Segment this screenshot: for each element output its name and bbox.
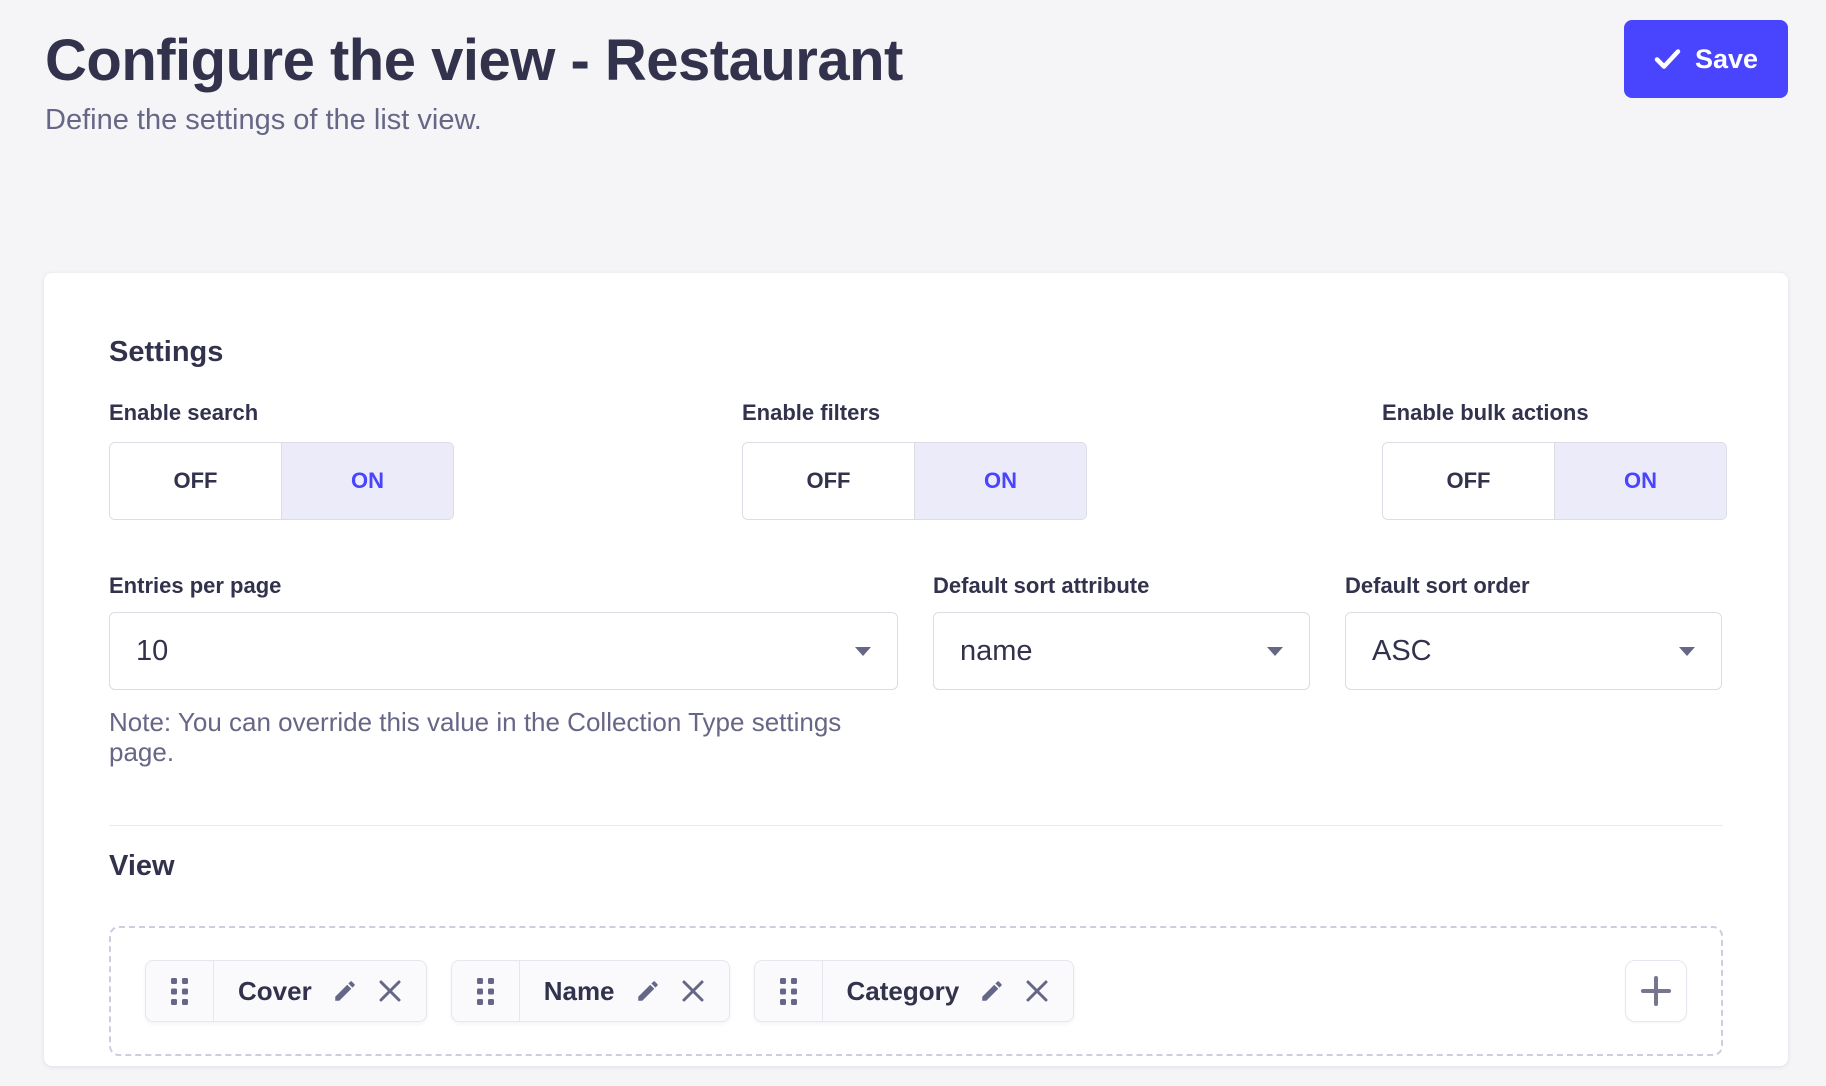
page-header: Configure the view - Restaurant Define t… [0, 0, 1826, 137]
entries-per-page-note: Note: You can override this value in the… [109, 707, 898, 767]
enable-bulk-actions-off-button[interactable]: OFF [1383, 443, 1554, 519]
caret-down-icon [1267, 647, 1283, 656]
enable-bulk-actions-field: Enable bulk actions OFF ON [1382, 400, 1727, 520]
settings-heading: Settings [109, 335, 1723, 369]
chip-body: Cover [214, 961, 426, 1021]
default-sort-order-select[interactable]: ASC [1345, 612, 1722, 690]
default-sort-attribute-value: name [960, 635, 1033, 668]
remove-field-button[interactable] [378, 979, 402, 1003]
entries-per-page-label: Entries per page [109, 573, 898, 599]
close-icon [378, 979, 402, 1003]
pencil-icon [979, 978, 1005, 1004]
save-button-label: Save [1695, 44, 1758, 75]
drag-handle[interactable] [452, 961, 520, 1021]
chip-label: Cover [238, 976, 312, 1007]
field-chip-name[interactable]: Name [451, 960, 730, 1022]
edit-field-button[interactable] [979, 978, 1005, 1004]
entries-per-page-field: Entries per page 10 Note: You can overri… [109, 573, 898, 767]
entries-per-page-value: 10 [136, 635, 168, 668]
default-sort-attribute-label: Default sort attribute [933, 573, 1310, 599]
enable-bulk-actions-toggle: OFF ON [1382, 442, 1727, 520]
default-sort-attribute-select[interactable]: name [933, 612, 1310, 690]
save-button[interactable]: Save [1624, 20, 1788, 98]
caret-down-icon [855, 647, 871, 656]
page-subtitle: Define the settings of the list view. [45, 104, 1788, 137]
section-divider [109, 825, 1723, 826]
drag-dots-icon [780, 978, 797, 1005]
edit-field-button[interactable] [635, 978, 661, 1004]
enable-filters-off-button[interactable]: OFF [743, 443, 914, 519]
enable-filters-toggle: OFF ON [742, 442, 1087, 520]
enable-search-label: Enable search [109, 400, 742, 426]
settings-card: Settings Enable search OFF ON Enable fil… [44, 273, 1788, 1066]
enable-filters-on-button[interactable]: ON [914, 443, 1086, 519]
enable-search-off-button[interactable]: OFF [110, 443, 281, 519]
enable-bulk-actions-on-button[interactable]: ON [1554, 443, 1726, 519]
default-sort-order-field: Default sort order ASC [1345, 573, 1722, 767]
close-icon [1025, 979, 1049, 1003]
field-chip-category[interactable]: Category [754, 960, 1075, 1022]
caret-down-icon [1679, 647, 1695, 656]
toggles-row: Enable search OFF ON Enable filters OFF … [109, 400, 1723, 520]
drag-handle[interactable] [146, 961, 214, 1021]
drag-dots-icon [477, 978, 494, 1005]
plus-icon [1639, 974, 1673, 1008]
drag-dots-icon [171, 978, 188, 1005]
add-field-button[interactable] [1625, 960, 1687, 1022]
chip-label: Name [544, 976, 615, 1007]
check-icon [1654, 48, 1681, 70]
enable-search-toggle: OFF ON [109, 442, 454, 520]
entries-per-page-select[interactable]: 10 [109, 612, 898, 690]
enable-filters-label: Enable filters [742, 400, 1382, 426]
chip-label: Category [847, 976, 960, 1007]
remove-field-button[interactable] [681, 979, 705, 1003]
selects-row: Entries per page 10 Note: You can overri… [109, 573, 1723, 767]
enable-search-on-button[interactable]: ON [281, 443, 453, 519]
default-sort-attribute-field: Default sort attribute name [933, 573, 1310, 767]
field-dropzone: Cover Name [109, 926, 1723, 1056]
field-chip-cover[interactable]: Cover [145, 960, 427, 1022]
close-icon [681, 979, 705, 1003]
pencil-icon [332, 978, 358, 1004]
chip-body: Category [823, 961, 1074, 1021]
view-heading: View [109, 849, 1723, 883]
remove-field-button[interactable] [1025, 979, 1049, 1003]
enable-bulk-actions-label: Enable bulk actions [1382, 400, 1727, 426]
chip-body: Name [520, 961, 729, 1021]
page-title: Configure the view - Restaurant [45, 27, 1788, 94]
edit-field-button[interactable] [332, 978, 358, 1004]
pencil-icon [635, 978, 661, 1004]
enable-search-field: Enable search OFF ON [109, 400, 742, 520]
default-sort-order-label: Default sort order [1345, 573, 1722, 599]
enable-filters-field: Enable filters OFF ON [742, 400, 1382, 520]
drag-handle[interactable] [755, 961, 823, 1021]
default-sort-order-value: ASC [1372, 635, 1432, 668]
